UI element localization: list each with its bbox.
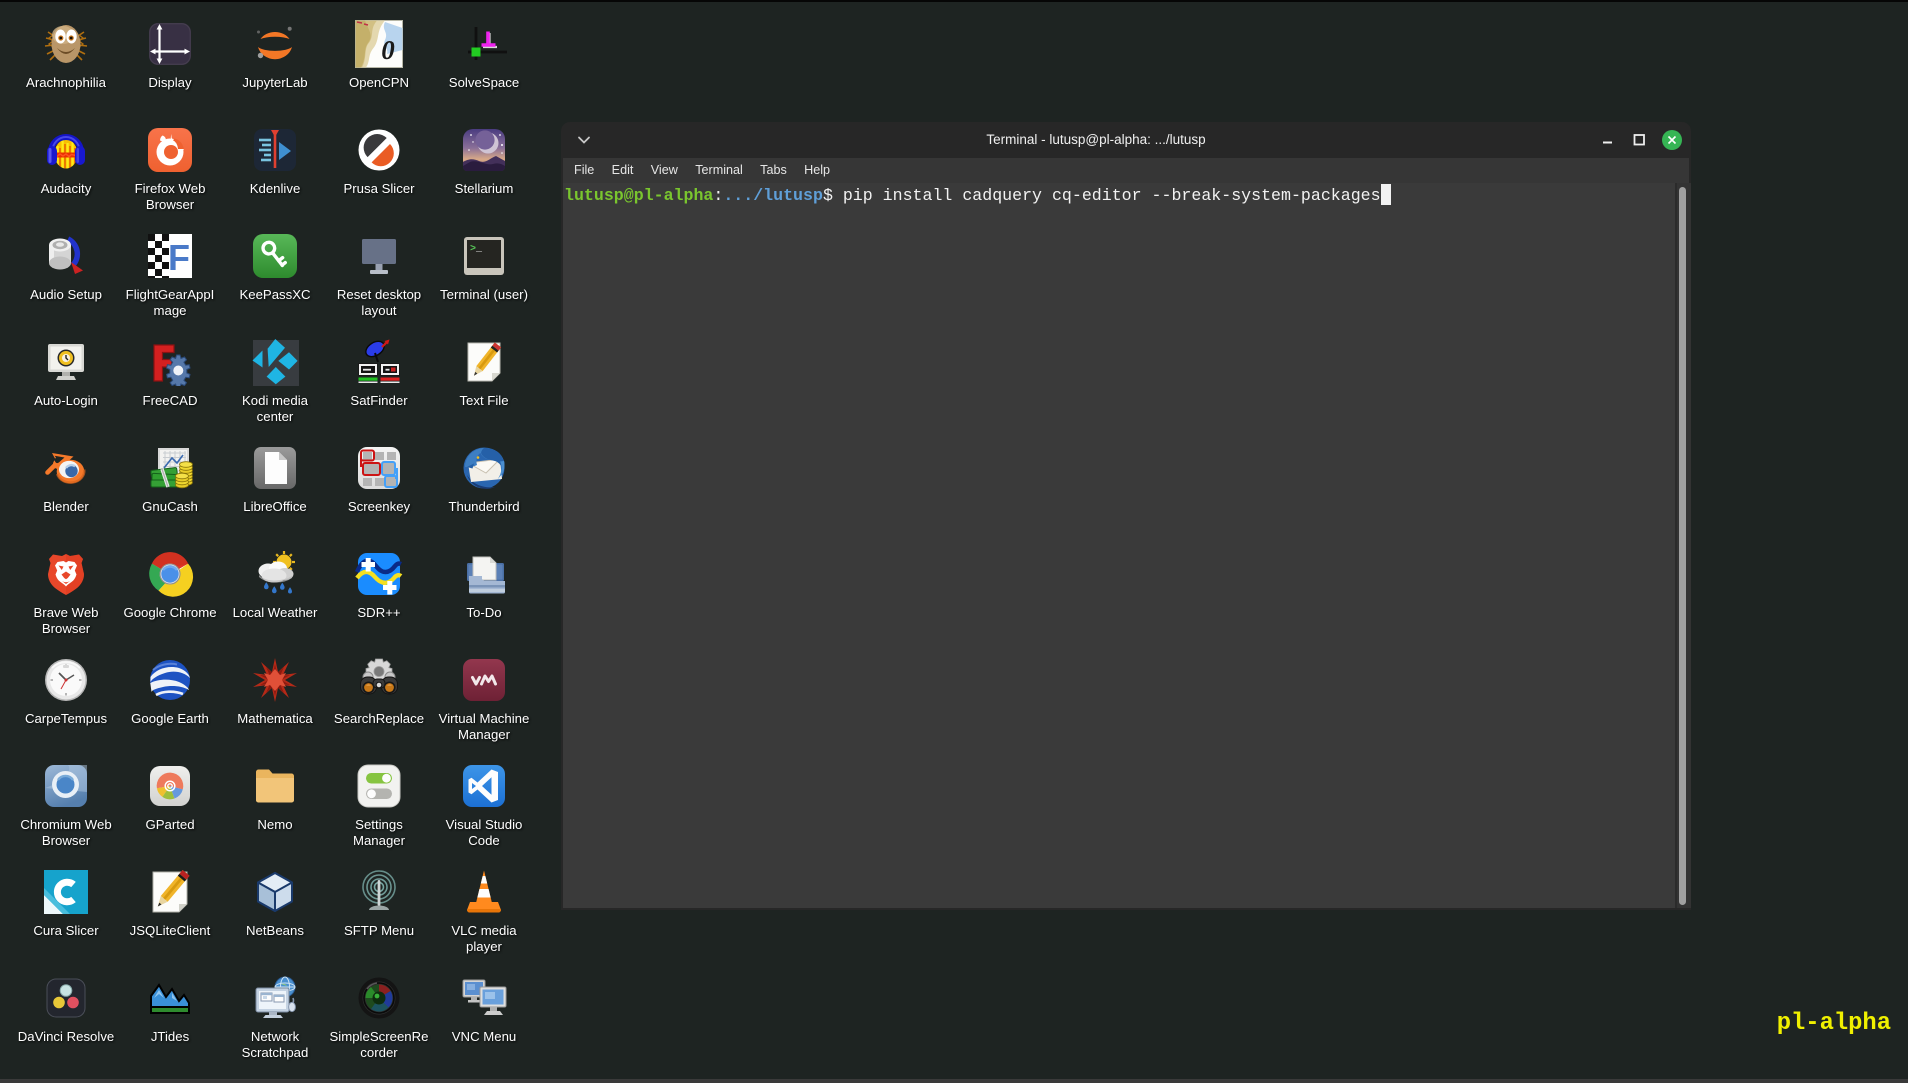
svg-text:F: F	[168, 237, 190, 278]
svg-text:>_: >_	[470, 244, 483, 255]
svg-text:0: 0	[381, 35, 395, 65]
